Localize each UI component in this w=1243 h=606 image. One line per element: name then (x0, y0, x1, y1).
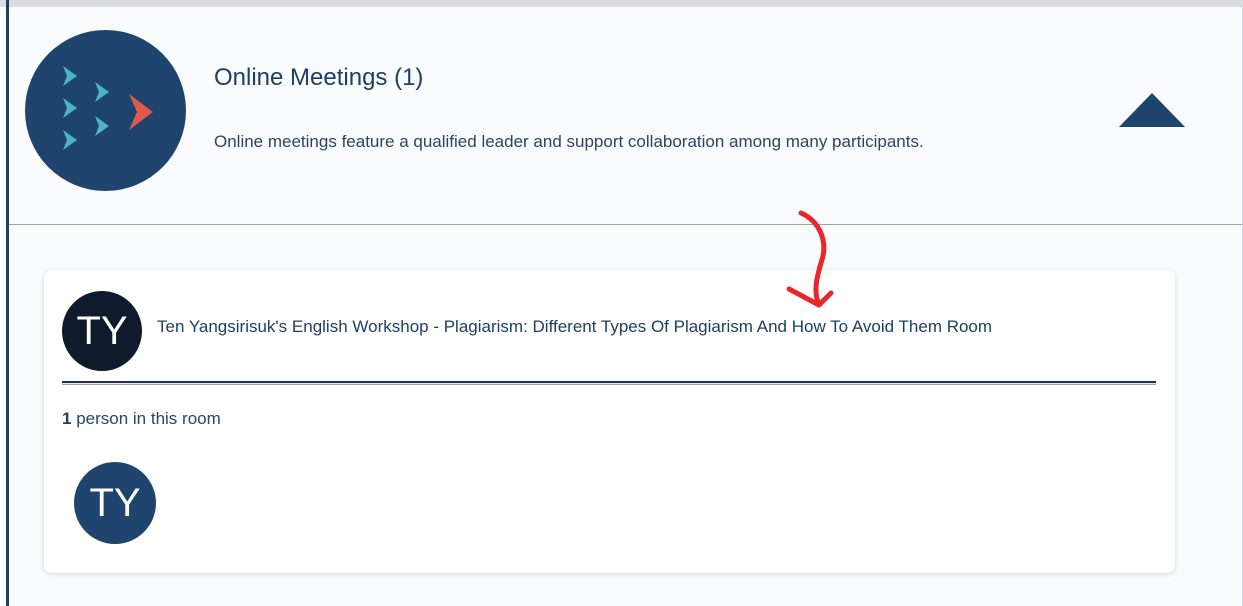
online-meetings-panel: Online Meetings (1) Online meetings feat… (9, 7, 1242, 606)
people-count: 1 person in this room (62, 409, 221, 429)
fish-shape (129, 94, 153, 130)
fish-shape (63, 130, 77, 150)
fish-shape (63, 98, 77, 118)
people-count-label: person in this room (71, 409, 221, 428)
section-header[interactable]: Online Meetings (1) Online meetings feat… (9, 7, 1242, 224)
fish-shape (95, 82, 109, 102)
fish-shape (63, 66, 77, 86)
participant-avatar[interactable]: TY (74, 462, 156, 544)
section-divider (9, 224, 1242, 225)
room-card[interactable]: TY Ten Yangsirisuk's English Workshop - … (44, 270, 1175, 573)
section-description: Online meetings feature a qualified lead… (214, 132, 924, 151)
fish-shape (95, 116, 109, 136)
host-avatar: TY (62, 291, 142, 371)
section-title: Online Meetings (1) (214, 64, 424, 91)
triangle-up-icon[interactable] (1117, 92, 1187, 128)
fish-school-icon (25, 30, 186, 191)
top-border (0, 0, 1243, 7)
room-divider (62, 381, 1156, 385)
room-name-link[interactable]: Ten Yangsirisuk's English Workshop - Pla… (157, 317, 992, 337)
